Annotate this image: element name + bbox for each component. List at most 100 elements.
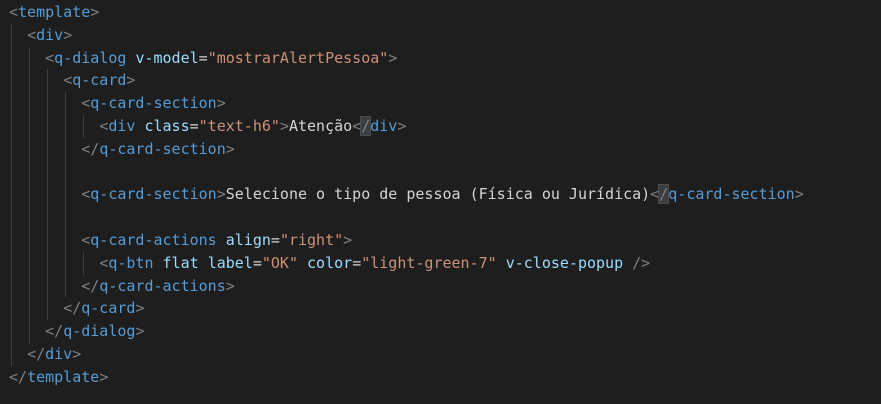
indent-guide xyxy=(65,92,67,115)
code-punctuation: > xyxy=(216,94,226,113)
code-punctuation: </ xyxy=(27,344,46,363)
indent-guide xyxy=(11,92,12,115)
code-line[interactable]: <q-card-actions align="right"> xyxy=(0,228,881,252)
indent-guide xyxy=(65,137,67,161)
indent-guide xyxy=(29,46,31,70)
code-attribute: class xyxy=(144,116,190,135)
code-line[interactable]: <div class="text-h6">Atenção</div> xyxy=(0,114,881,138)
code-line[interactable] xyxy=(0,160,881,184)
indent-guide xyxy=(47,206,49,229)
code-tag-name: q-card-section xyxy=(668,185,795,204)
indent-guide xyxy=(29,92,31,115)
code-line[interactable]: <q-btn flat label="OK" color="light-gree… xyxy=(0,251,881,275)
code-punctuation: < xyxy=(650,185,660,204)
indent-guide xyxy=(11,228,12,252)
code-punctuation: / xyxy=(658,184,670,205)
indent-guide xyxy=(29,297,31,321)
code-punctuation: > xyxy=(216,185,226,204)
indent-guide xyxy=(83,251,85,275)
code-punctuation: < xyxy=(99,253,109,272)
code-string: "light-green-7" xyxy=(361,253,497,272)
indent-guide xyxy=(29,114,31,138)
code-attribute: v-model xyxy=(135,48,199,67)
code-punctuation: > xyxy=(90,3,100,21)
code-tag-name: div xyxy=(370,116,398,135)
code-line[interactable]: <template> xyxy=(0,1,881,24)
code-equals: = xyxy=(252,253,262,272)
indent-guide xyxy=(47,183,49,207)
code-string: "text-h6" xyxy=(198,116,280,135)
code-attribute: v-close-popup xyxy=(505,253,624,272)
code-punctuation: </ xyxy=(63,299,82,318)
indent-guide xyxy=(47,274,49,298)
code-string: "mostrarAlertPessoa" xyxy=(207,48,389,67)
code-punctuation: </ xyxy=(9,367,28,386)
code-line[interactable]: <q-dialog v-model="mostrarAlertPessoa"> xyxy=(0,46,881,70)
code-punctuation: > xyxy=(99,367,109,386)
code-text: Selecione o tipo de pessoa (Física ou Ju… xyxy=(225,185,651,204)
code-line[interactable]: </q-dialog> xyxy=(0,320,881,343)
code-tag-name: q-dialog xyxy=(63,322,136,341)
code-punctuation: / xyxy=(360,115,372,136)
code-tag-name: q-btn xyxy=(108,253,154,272)
code-punctuation: < xyxy=(81,185,91,204)
code-editor[interactable]: <template> <div> <q-dialog v-model="most… xyxy=(0,0,881,404)
code-attribute: label xyxy=(207,253,253,272)
code-line[interactable]: </template> xyxy=(0,366,881,389)
code-line[interactable]: </q-card-actions> xyxy=(0,274,881,298)
code-punctuation: < xyxy=(81,94,91,113)
indent-guide xyxy=(47,228,49,252)
code-punctuation: < xyxy=(45,48,55,67)
code-line[interactable]: </q-card> xyxy=(0,297,881,321)
code-punctuation: > xyxy=(388,48,398,67)
code-punctuation: < xyxy=(27,25,37,44)
code-punctuation: > xyxy=(279,116,289,135)
code-punctuation: < xyxy=(81,230,91,249)
indent-guide xyxy=(29,69,31,93)
indent-guide xyxy=(11,342,12,366)
code-punctuation: < xyxy=(63,71,73,90)
indent-guide xyxy=(11,183,12,207)
indent-guide xyxy=(47,92,49,115)
code-line[interactable]: </div> xyxy=(0,342,881,366)
code-punctuation: < xyxy=(99,116,109,135)
indent-guide xyxy=(11,137,12,161)
code-tag-name: div xyxy=(45,344,73,363)
code-punctuation: > xyxy=(794,185,804,204)
code-line[interactable]: <q-card-section> xyxy=(0,92,881,115)
code-line[interactable]: <div> xyxy=(0,23,881,47)
code-string: "OK" xyxy=(261,253,298,272)
code-punctuation: </ xyxy=(81,276,100,295)
code-line[interactable] xyxy=(0,206,881,229)
code-equals: = xyxy=(270,230,280,249)
code-tag-name: template xyxy=(27,367,100,386)
code-attribute: flat xyxy=(162,253,199,272)
code-punctuation: > xyxy=(126,71,136,90)
indent-guide xyxy=(11,297,12,321)
indent-guide xyxy=(65,228,67,252)
indent-guide xyxy=(65,160,67,184)
indent-guide xyxy=(47,160,49,184)
code-line[interactable]: </q-card-section> xyxy=(0,137,881,161)
code-tag-name: div xyxy=(36,25,64,44)
code-line[interactable]: <q-card-section>Selecione o tipo de pess… xyxy=(0,183,881,207)
code-equals: = xyxy=(352,253,362,272)
code-tag-name: q-card-section xyxy=(99,139,226,158)
indent-guide xyxy=(65,183,67,207)
code-line[interactable]: <q-card> xyxy=(0,69,881,93)
code-tag-name: q-card-actions xyxy=(90,230,217,249)
indent-guide xyxy=(11,69,12,93)
code-tag-name: div xyxy=(108,116,136,135)
indent-guide xyxy=(29,206,31,229)
indent-guide xyxy=(29,320,31,343)
